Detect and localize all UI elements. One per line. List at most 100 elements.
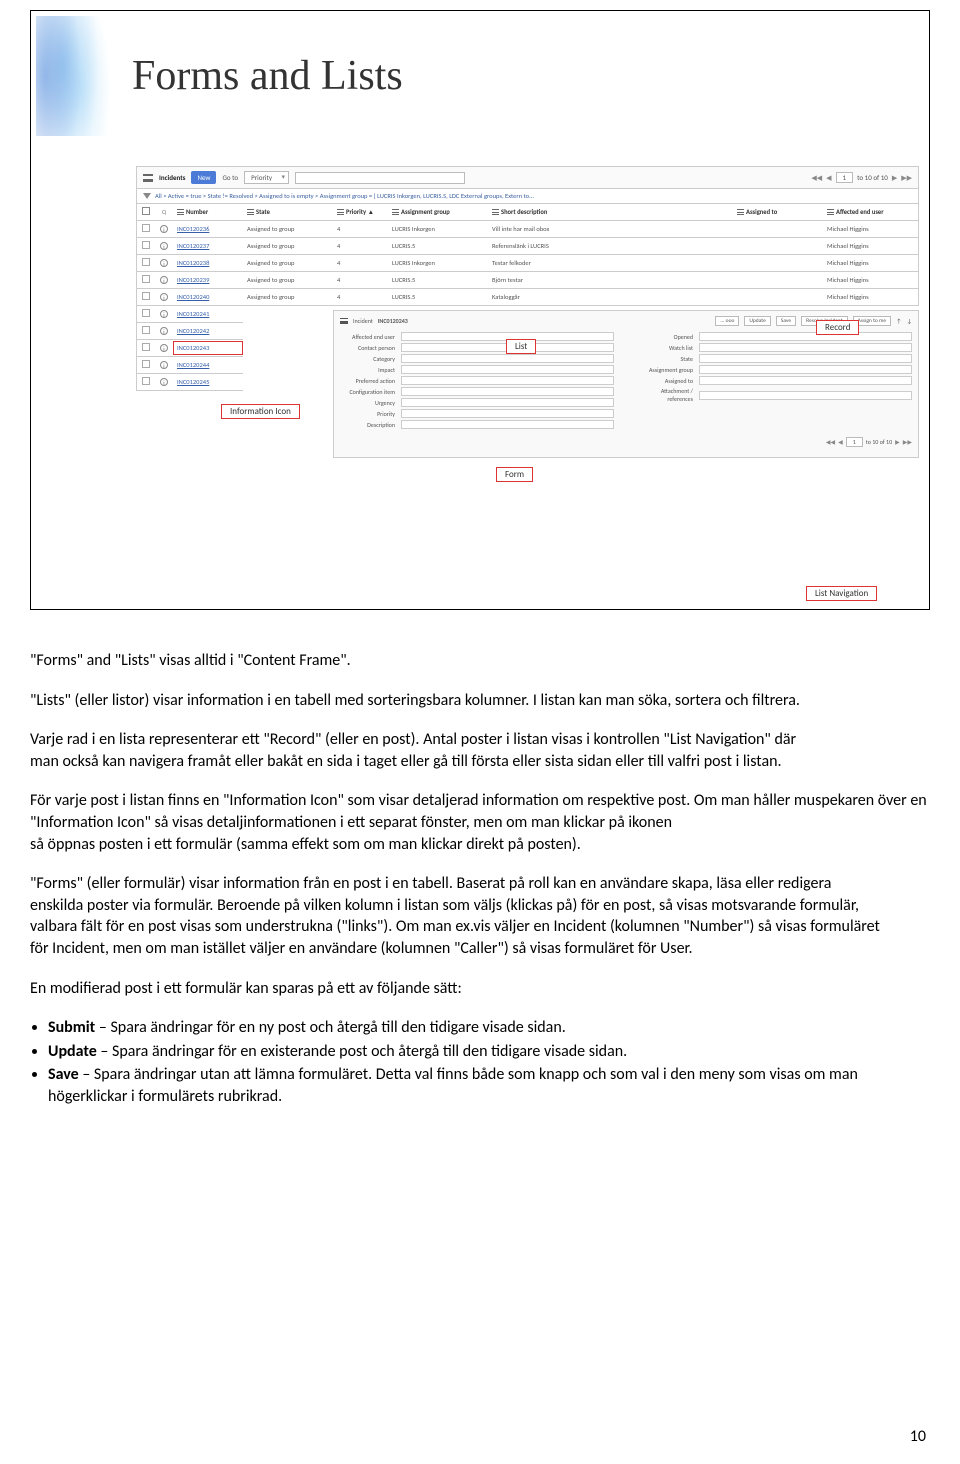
- nav-last-icon[interactable]: ▶▶: [903, 438, 912, 446]
- field-input[interactable]: [699, 332, 912, 341]
- funnel-icon[interactable]: [143, 193, 151, 199]
- row-checkbox[interactable]: [137, 272, 155, 288]
- field-input[interactable]: [699, 376, 912, 385]
- col-affected-end-user[interactable]: Affected end user: [823, 205, 918, 219]
- row-checkbox[interactable]: [137, 255, 155, 271]
- table-row[interactable]: iINC0120236Assigned to group4LUCRIS Inko…: [136, 221, 919, 238]
- row-number-link[interactable]: INC0120244: [173, 358, 243, 372]
- table-row[interactable]: iINC0120243: [136, 340, 243, 357]
- table-row[interactable]: iINC0120244: [136, 357, 243, 374]
- row-priority: 4: [333, 222, 388, 236]
- nav-range: to 10 of 10: [866, 438, 892, 446]
- prev-record-icon[interactable]: ↑: [896, 317, 901, 325]
- row-number-link[interactable]: INC0120245: [173, 375, 243, 389]
- row-checkbox[interactable]: [137, 374, 155, 390]
- prev-page-icon[interactable]: ◀: [826, 173, 831, 182]
- row-assignment-group: LUCRIS Inkorgen: [388, 256, 488, 270]
- row-info-icon[interactable]: i: [155, 324, 173, 339]
- row-info-icon[interactable]: i: [155, 290, 173, 305]
- field-label: Assignment group: [638, 366, 693, 374]
- field-input[interactable]: [699, 391, 912, 400]
- field-input[interactable]: [699, 365, 912, 374]
- form-btn-save[interactable]: Save: [776, 316, 796, 326]
- row-number-link[interactable]: INC0120243: [173, 341, 243, 355]
- row-number-link[interactable]: INC0120237: [173, 239, 243, 253]
- col-number[interactable]: Number: [173, 205, 243, 219]
- table-row[interactable]: iINC0120245: [136, 374, 243, 391]
- row-number-link[interactable]: INC0120240: [173, 290, 243, 304]
- row-checkbox[interactable]: [137, 238, 155, 254]
- last-page-icon[interactable]: ▶▶: [901, 173, 912, 182]
- document-body: "Forms" and "Lists" visas alltid i "Cont…: [30, 650, 930, 1108]
- list-item: Save – Spara ändringar utan att lämna fo…: [48, 1064, 930, 1107]
- field-input[interactable]: [401, 398, 614, 407]
- col-assigned-to[interactable]: Assigned to: [733, 205, 823, 219]
- select-all-checkbox[interactable]: [137, 204, 155, 220]
- row-state: Assigned to group: [243, 290, 333, 304]
- search-input[interactable]: [295, 172, 465, 184]
- row-checkbox[interactable]: [137, 357, 155, 373]
- field-input[interactable]: [401, 354, 614, 363]
- row-info-icon[interactable]: i: [155, 358, 173, 373]
- form-context-menu-icon[interactable]: [340, 318, 348, 324]
- row-info-icon[interactable]: i: [155, 341, 173, 356]
- next-page-icon[interactable]: ▶: [892, 173, 897, 182]
- goto-field-select[interactable]: Priority: [244, 171, 289, 184]
- row-info-icon[interactable]: i: [155, 222, 173, 237]
- row-info-icon[interactable]: i: [155, 375, 173, 390]
- table-row[interactable]: iINC0120242: [136, 323, 243, 340]
- row-assignment-group: LUCRIS.5: [388, 273, 488, 287]
- first-page-icon[interactable]: ◀◀: [811, 173, 822, 182]
- nav-page-input[interactable]: 1: [846, 437, 863, 447]
- row-number-link[interactable]: INC0120236: [173, 222, 243, 236]
- row-info-icon[interactable]: i: [155, 307, 173, 322]
- table-row[interactable]: iINC0120240Assigned to group4LUCRIS.5Kat…: [136, 289, 919, 306]
- row-checkbox[interactable]: [137, 306, 155, 322]
- table-row[interactable]: iINC0120237Assigned to group4LUCRIS.5Ref…: [136, 238, 919, 255]
- field-input[interactable]: [699, 354, 912, 363]
- row-assigned-to: [733, 260, 823, 266]
- row-number-link[interactable]: INC0120239: [173, 273, 243, 287]
- filter-breadcrumb[interactable]: All > Active = true > State != Resolved …: [136, 189, 919, 204]
- nav-next-icon[interactable]: ▶: [895, 438, 900, 446]
- field-label: Configuration item: [340, 388, 395, 396]
- row-info-icon[interactable]: i: [155, 256, 173, 271]
- row-checkbox[interactable]: [137, 340, 155, 356]
- form-btn-0[interactable]: ... ooo: [715, 316, 739, 326]
- col-priority[interactable]: Priority ▲: [333, 205, 388, 219]
- form-right-col: OpenedWatch listStateAssignment groupAss…: [638, 330, 912, 431]
- row-checkbox[interactable]: [137, 323, 155, 339]
- row-checkbox[interactable]: [137, 221, 155, 237]
- list-item: Submit – Spara ändringar för en ny post …: [48, 1017, 930, 1039]
- field-input[interactable]: [401, 365, 614, 374]
- table-row[interactable]: iINC0120238Assigned to group4LUCRIS Inko…: [136, 255, 919, 272]
- row-number-link[interactable]: INC0120238: [173, 256, 243, 270]
- table-row[interactable]: iINC0120241: [136, 306, 243, 323]
- row-affected-end-user: Michael Higgins: [823, 273, 918, 287]
- field-input[interactable]: [699, 343, 912, 352]
- form-field: State: [638, 354, 912, 363]
- next-record-icon[interactable]: ↓: [907, 317, 912, 325]
- field-input[interactable]: [401, 409, 614, 418]
- field-input[interactable]: [401, 376, 614, 385]
- col-state[interactable]: State: [243, 205, 333, 219]
- paragraph: "Lists" (eller listor) visar information…: [30, 690, 930, 712]
- search-column-icon[interactable]: Q: [155, 205, 173, 219]
- field-input[interactable]: [401, 387, 614, 396]
- nav-first-icon[interactable]: ◀◀: [826, 438, 835, 446]
- row-number-link[interactable]: INC0120241: [173, 307, 243, 321]
- row-checkbox[interactable]: [137, 289, 155, 305]
- row-number-link[interactable]: INC0120242: [173, 324, 243, 338]
- table-row[interactable]: iINC0120239Assigned to group4LUCRIS.5Bjö…: [136, 272, 919, 289]
- screenshot-figure: Forms and Lists Incidents New Go to Prio…: [30, 10, 930, 610]
- col-assignment-group[interactable]: Assignment group: [388, 205, 488, 219]
- row-info-icon[interactable]: i: [155, 239, 173, 254]
- row-info-icon[interactable]: i: [155, 273, 173, 288]
- form-btn-update[interactable]: Update: [744, 316, 770, 326]
- list-context-menu-icon[interactable]: [143, 174, 153, 182]
- page-input[interactable]: 1: [836, 172, 854, 183]
- field-input[interactable]: [401, 420, 614, 429]
- nav-prev-icon[interactable]: ◀: [838, 438, 843, 446]
- new-button[interactable]: New: [191, 171, 216, 184]
- col-short-description[interactable]: Short description: [488, 205, 733, 219]
